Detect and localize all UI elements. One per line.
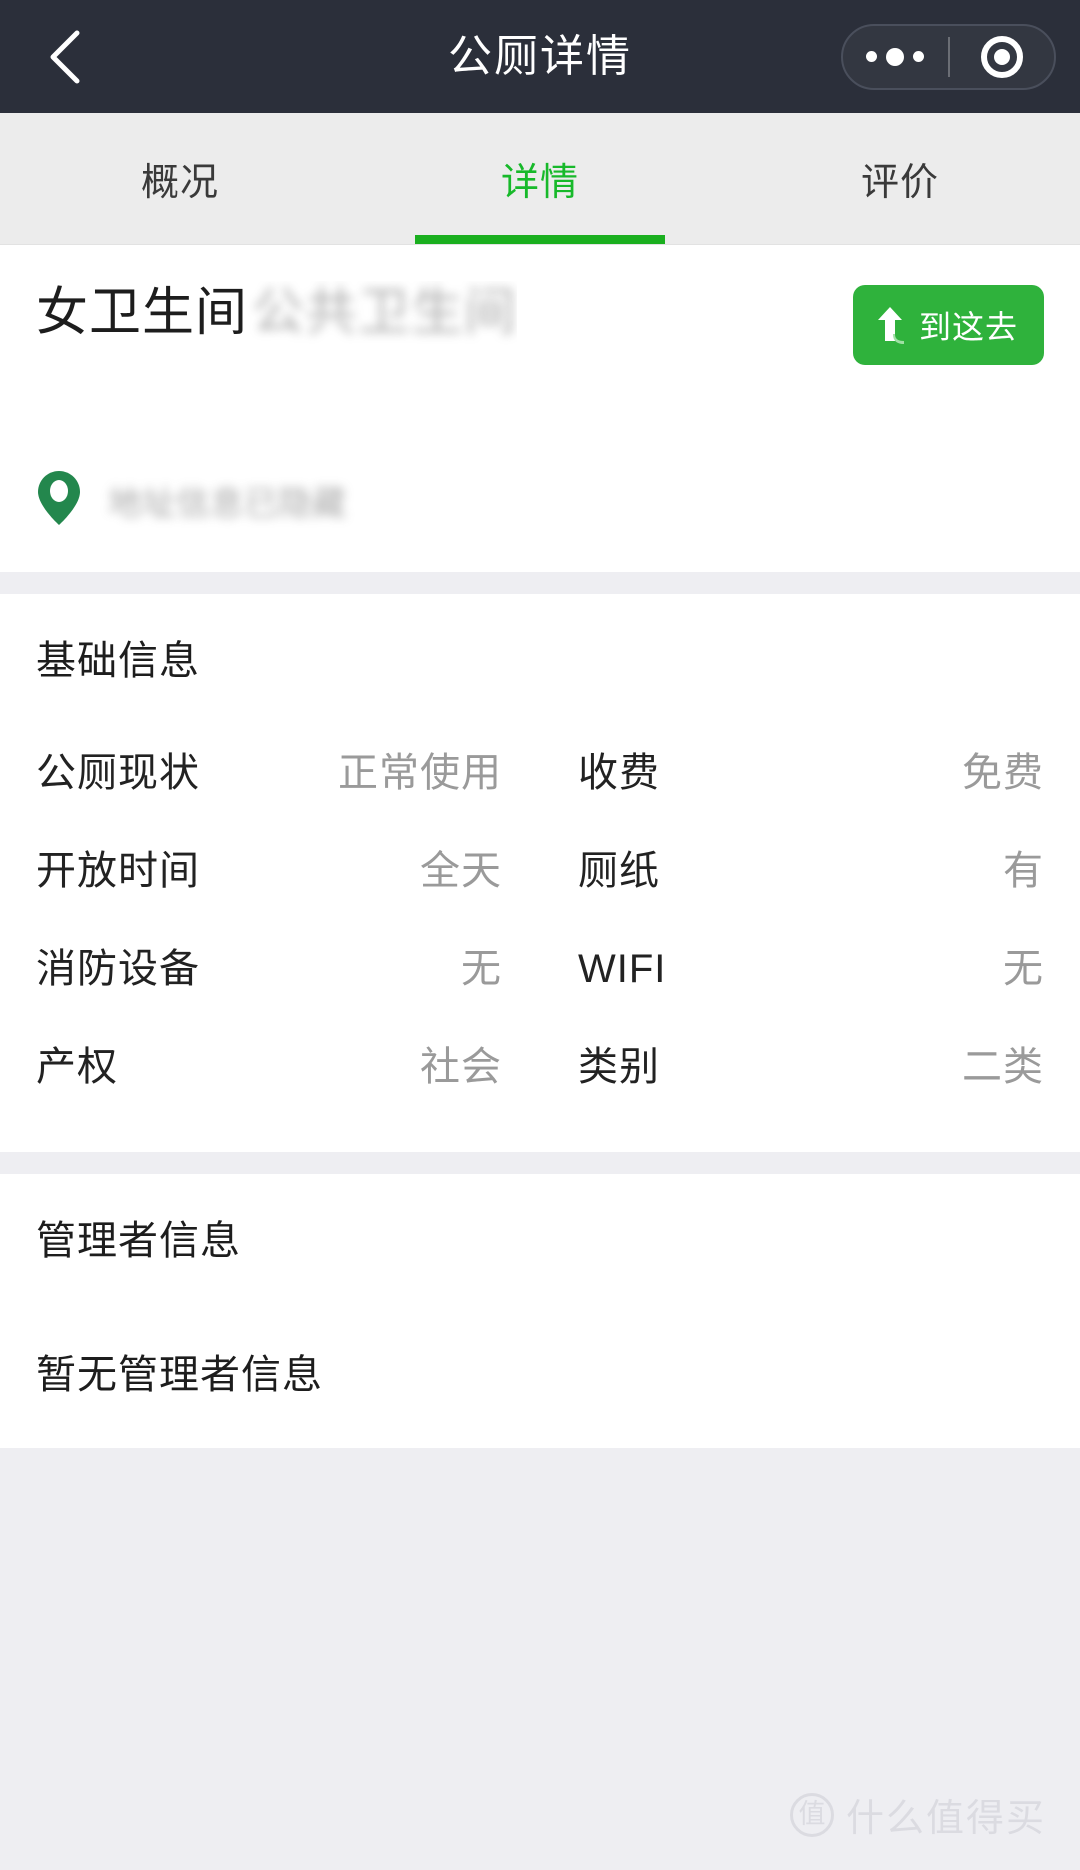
basic-info-section: 基础信息 公厕现状 正常使用 收费 免费 开放时间 全天 厕纸 有 消防设备 无…	[0, 594, 1080, 1152]
table-row: 公厕现状 正常使用 收费 免费	[36, 720, 1044, 818]
info-cell-toilet-paper: 厕纸 有	[558, 838, 1044, 896]
info-cell-hours: 开放时间 全天	[36, 838, 558, 896]
back-button[interactable]	[34, 27, 94, 87]
info-label: 厕纸	[578, 849, 660, 893]
info-value: 全天	[420, 849, 502, 893]
manager-info-empty-text: 暂无管理者信息	[36, 1353, 323, 1397]
chevron-left-icon	[47, 29, 81, 85]
tab-details[interactable]: 详情	[360, 113, 720, 244]
info-cell-fee: 收费 免费	[558, 740, 1044, 798]
info-label: 产权	[36, 1045, 118, 1089]
manager-info-section: 管理者信息 暂无管理者信息	[0, 1174, 1080, 1448]
info-value: 正常使用	[338, 751, 502, 795]
info-cell-status: 公厕现状 正常使用	[36, 740, 558, 798]
section-divider-2	[0, 1152, 1080, 1174]
poi-header-card: 女卫生间 公共卫生间 到这去 地址信息已隐藏	[0, 245, 1080, 572]
info-value: 免费	[962, 751, 1044, 795]
info-label: 收费	[578, 751, 660, 795]
tab-reviews[interactable]: 评价	[720, 113, 1080, 244]
tab-overview[interactable]: 概况	[0, 113, 360, 244]
tab-bar: 概况 详情 评价	[0, 113, 1080, 245]
basic-info-title: 基础信息	[36, 639, 200, 683]
info-cell-ownership: 产权 社会	[36, 1034, 558, 1092]
tab-overview-label: 概况	[140, 162, 219, 204]
poi-address-row[interactable]: 地址信息已隐藏	[0, 441, 1080, 572]
info-value: 有	[1003, 849, 1044, 893]
navigate-here-label: 到这去	[918, 309, 1018, 345]
miniprogram-capsule	[841, 23, 1056, 90]
page-background-filler	[0, 1448, 1080, 1870]
info-value: 二类	[962, 1045, 1044, 1089]
section-divider-1	[0, 572, 1080, 594]
info-label: 开放时间	[36, 849, 200, 893]
table-row: 消防设备 无 WIFI 无	[36, 916, 1044, 1014]
info-label: 消防设备	[36, 947, 200, 991]
poi-name-redacted: 公共卫生间	[252, 284, 518, 342]
info-value: 无	[461, 947, 502, 991]
poi-address-text: 地址信息已隐藏	[108, 485, 346, 523]
info-label: 类别	[578, 1045, 660, 1089]
navigation-bar: 公厕详情	[0, 0, 1080, 113]
info-label: 公厕现状	[36, 751, 200, 795]
table-row: 产权 社会 类别 二类	[36, 1014, 1044, 1112]
navigate-here-button[interactable]: 到这去	[852, 285, 1044, 365]
info-label: WIFI	[578, 947, 667, 991]
navigate-arrow-icon	[873, 305, 907, 345]
info-cell-fire-equipment: 消防设备 无	[36, 936, 558, 994]
target-circle-icon	[980, 35, 1023, 78]
page-content: 女卫生间 公共卫生间 到这去 地址信息已隐藏 基础信息 公厕现状 正常使用 收费…	[0, 245, 1080, 1870]
close-miniprogram-button[interactable]	[950, 26, 1055, 88]
app-screen: 公厕详情 概况 详情 评价 女卫生间 公共卫生间 到这去 地址信息已隐藏 基础信…	[0, 0, 1080, 1870]
poi-title-block: 女卫生间 公共卫生间 到这去	[0, 245, 1080, 441]
tab-details-label: 详情	[500, 162, 579, 204]
manager-info-title: 管理者信息	[36, 1219, 241, 1263]
tab-reviews-label: 评价	[860, 162, 939, 204]
info-value: 社会	[420, 1045, 502, 1089]
more-dots-icon	[866, 47, 925, 66]
table-row: 开放时间 全天 厕纸 有	[36, 818, 1044, 916]
map-pin-icon	[36, 469, 82, 532]
basic-info-table: 公厕现状 正常使用 收费 免费 开放时间 全天 厕纸 有 消防设备 无 WIFI…	[36, 720, 1044, 1112]
poi-name-text: 女卫生间	[36, 284, 249, 342]
info-value: 无	[1003, 947, 1044, 991]
info-cell-wifi: WIFI 无	[558, 936, 1044, 994]
more-menu-button[interactable]	[843, 26, 948, 88]
info-cell-category: 类别 二类	[558, 1034, 1044, 1092]
poi-name: 女卫生间 公共卫生间	[36, 281, 517, 346]
